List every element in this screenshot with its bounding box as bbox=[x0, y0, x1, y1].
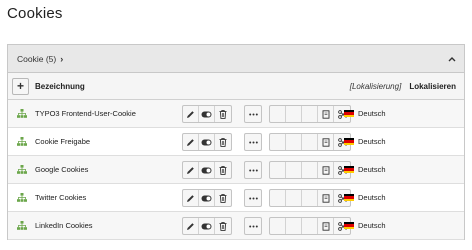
trash-icon[interactable] bbox=[215, 134, 231, 150]
german-flag-icon bbox=[344, 166, 354, 173]
trash-icon[interactable] bbox=[215, 218, 231, 234]
record-title[interactable]: Google Cookies bbox=[35, 165, 88, 174]
record-language: Deutsch bbox=[344, 137, 386, 146]
chevron-up-icon[interactable] bbox=[448, 56, 456, 62]
ellipsis-icon[interactable] bbox=[245, 218, 261, 234]
toggle-icon[interactable] bbox=[199, 134, 215, 150]
empty-slot bbox=[286, 218, 302, 234]
column-localize: Lokalisieren bbox=[409, 81, 456, 91]
clipboard-actions bbox=[269, 189, 351, 207]
empty-slot bbox=[270, 162, 286, 178]
record-actions bbox=[182, 161, 232, 179]
german-flag-icon bbox=[344, 222, 354, 229]
pencil-icon[interactable] bbox=[183, 218, 199, 234]
empty-slot bbox=[302, 218, 318, 234]
record-actions bbox=[182, 105, 232, 123]
pencil-icon[interactable] bbox=[183, 162, 199, 178]
trash-icon[interactable] bbox=[215, 106, 231, 122]
empty-slot bbox=[270, 190, 286, 206]
chevron-right-icon: › bbox=[60, 53, 64, 64]
toggle-icon[interactable] bbox=[199, 190, 215, 206]
record-language: Deutsch bbox=[344, 221, 386, 230]
record-actions bbox=[182, 133, 232, 151]
german-flag-icon bbox=[344, 110, 354, 117]
cookie-record-list: Cookie (5) › + Bezeichnung [Lokalisierun… bbox=[7, 44, 465, 240]
clipboard-actions bbox=[269, 161, 351, 179]
tree-icon bbox=[17, 165, 27, 174]
tree-icon bbox=[17, 221, 27, 230]
ellipsis-icon[interactable] bbox=[245, 106, 261, 122]
trash-icon[interactable] bbox=[215, 162, 231, 178]
empty-slot bbox=[302, 190, 318, 206]
language-label: Deutsch bbox=[358, 109, 386, 118]
pencil-icon[interactable] bbox=[183, 106, 199, 122]
language-label: Deutsch bbox=[358, 137, 386, 146]
tree-icon bbox=[17, 193, 27, 202]
toggle-icon[interactable] bbox=[199, 218, 215, 234]
add-record-button[interactable]: + bbox=[12, 77, 29, 95]
clipboard-actions bbox=[269, 133, 351, 151]
ellipsis-icon[interactable] bbox=[245, 162, 261, 178]
table-row: LinkedIn Cookies Deutsch bbox=[8, 212, 464, 240]
empty-slot bbox=[286, 134, 302, 150]
record-rows: TYPO3 Frontend-User-Cookie Deutsch Cooki… bbox=[8, 100, 464, 240]
panel-header[interactable]: Cookie (5) › bbox=[8, 45, 464, 73]
table-row: Cookie Freigabe Deutsch bbox=[8, 128, 464, 156]
pencil-icon[interactable] bbox=[183, 134, 199, 150]
record-language: Deutsch bbox=[344, 165, 386, 174]
tree-icon bbox=[17, 137, 27, 146]
clipboard-actions bbox=[269, 105, 351, 123]
record-actions bbox=[182, 217, 232, 235]
more-actions bbox=[244, 217, 262, 235]
column-localization: [Lokalisierung] bbox=[349, 81, 402, 91]
more-actions bbox=[244, 189, 262, 207]
empty-slot bbox=[302, 106, 318, 122]
copy-icon[interactable] bbox=[318, 218, 334, 234]
trash-icon[interactable] bbox=[215, 190, 231, 206]
toggle-icon[interactable] bbox=[199, 106, 215, 122]
record-title[interactable]: Cookie Freigabe bbox=[35, 137, 90, 146]
toggle-icon[interactable] bbox=[199, 162, 215, 178]
table-row: Google Cookies Deutsch bbox=[8, 156, 464, 184]
more-actions bbox=[244, 133, 262, 151]
clipboard-actions bbox=[269, 217, 351, 235]
ellipsis-icon[interactable] bbox=[245, 134, 261, 150]
record-language: Deutsch bbox=[344, 193, 386, 202]
tree-icon bbox=[17, 109, 27, 118]
more-actions bbox=[244, 105, 262, 123]
empty-slot bbox=[270, 218, 286, 234]
empty-slot bbox=[270, 106, 286, 122]
language-label: Deutsch bbox=[358, 221, 386, 230]
copy-icon[interactable] bbox=[318, 162, 334, 178]
column-header: + Bezeichnung [Lokalisierung] Lokalisier… bbox=[8, 73, 464, 100]
copy-icon[interactable] bbox=[318, 190, 334, 206]
copy-icon[interactable] bbox=[318, 134, 334, 150]
page-title: Cookies bbox=[7, 5, 63, 22]
pencil-icon[interactable] bbox=[183, 190, 199, 206]
more-actions bbox=[244, 161, 262, 179]
record-title[interactable]: TYPO3 Frontend-User-Cookie bbox=[35, 109, 136, 118]
german-flag-icon bbox=[344, 138, 354, 145]
record-language: Deutsch bbox=[344, 109, 386, 118]
record-title[interactable]: Twitter Cookies bbox=[35, 193, 86, 202]
table-row: TYPO3 Frontend-User-Cookie Deutsch bbox=[8, 100, 464, 128]
empty-slot bbox=[270, 134, 286, 150]
language-label: Deutsch bbox=[358, 193, 386, 202]
german-flag-icon bbox=[344, 194, 354, 201]
panel-title: Cookie (5) bbox=[17, 53, 57, 64]
ellipsis-icon[interactable] bbox=[245, 190, 261, 206]
column-bezeichnung[interactable]: Bezeichnung bbox=[35, 82, 85, 91]
empty-slot bbox=[286, 190, 302, 206]
empty-slot bbox=[286, 106, 302, 122]
record-title[interactable]: LinkedIn Cookies bbox=[35, 221, 93, 230]
empty-slot bbox=[302, 134, 318, 150]
empty-slot bbox=[302, 162, 318, 178]
language-label: Deutsch bbox=[358, 165, 386, 174]
record-actions bbox=[182, 189, 232, 207]
table-row: Twitter Cookies Deutsch bbox=[8, 184, 464, 212]
copy-icon[interactable] bbox=[318, 106, 334, 122]
empty-slot bbox=[286, 162, 302, 178]
